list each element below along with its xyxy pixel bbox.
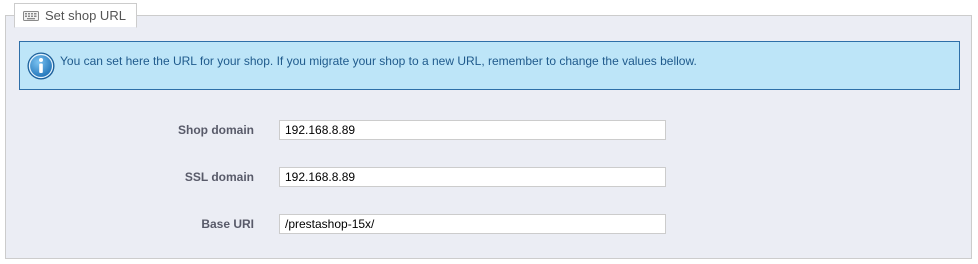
ssl-domain-input[interactable] <box>279 167 666 187</box>
shop-domain-input[interactable] <box>279 120 666 140</box>
legend-title: Set shop URL <box>45 8 126 23</box>
info-message-box: You can set here the URL for your shop. … <box>19 41 960 90</box>
info-message-text: You can set here the URL for your shop. … <box>60 53 697 68</box>
base-uri-input[interactable] <box>279 214 666 234</box>
base-uri-row: Base URI <box>0 214 978 234</box>
ssl-domain-row: SSL domain <box>0 167 978 187</box>
base-uri-label: Base URI <box>201 217 254 231</box>
shop-domain-label: Shop domain <box>178 123 254 137</box>
ssl-domain-label: SSL domain <box>184 170 254 184</box>
info-icon <box>26 51 56 81</box>
shop-domain-row: Shop domain <box>0 120 978 140</box>
keyboard-icon <box>23 10 39 22</box>
fieldset-legend: Set shop URL <box>14 3 137 28</box>
